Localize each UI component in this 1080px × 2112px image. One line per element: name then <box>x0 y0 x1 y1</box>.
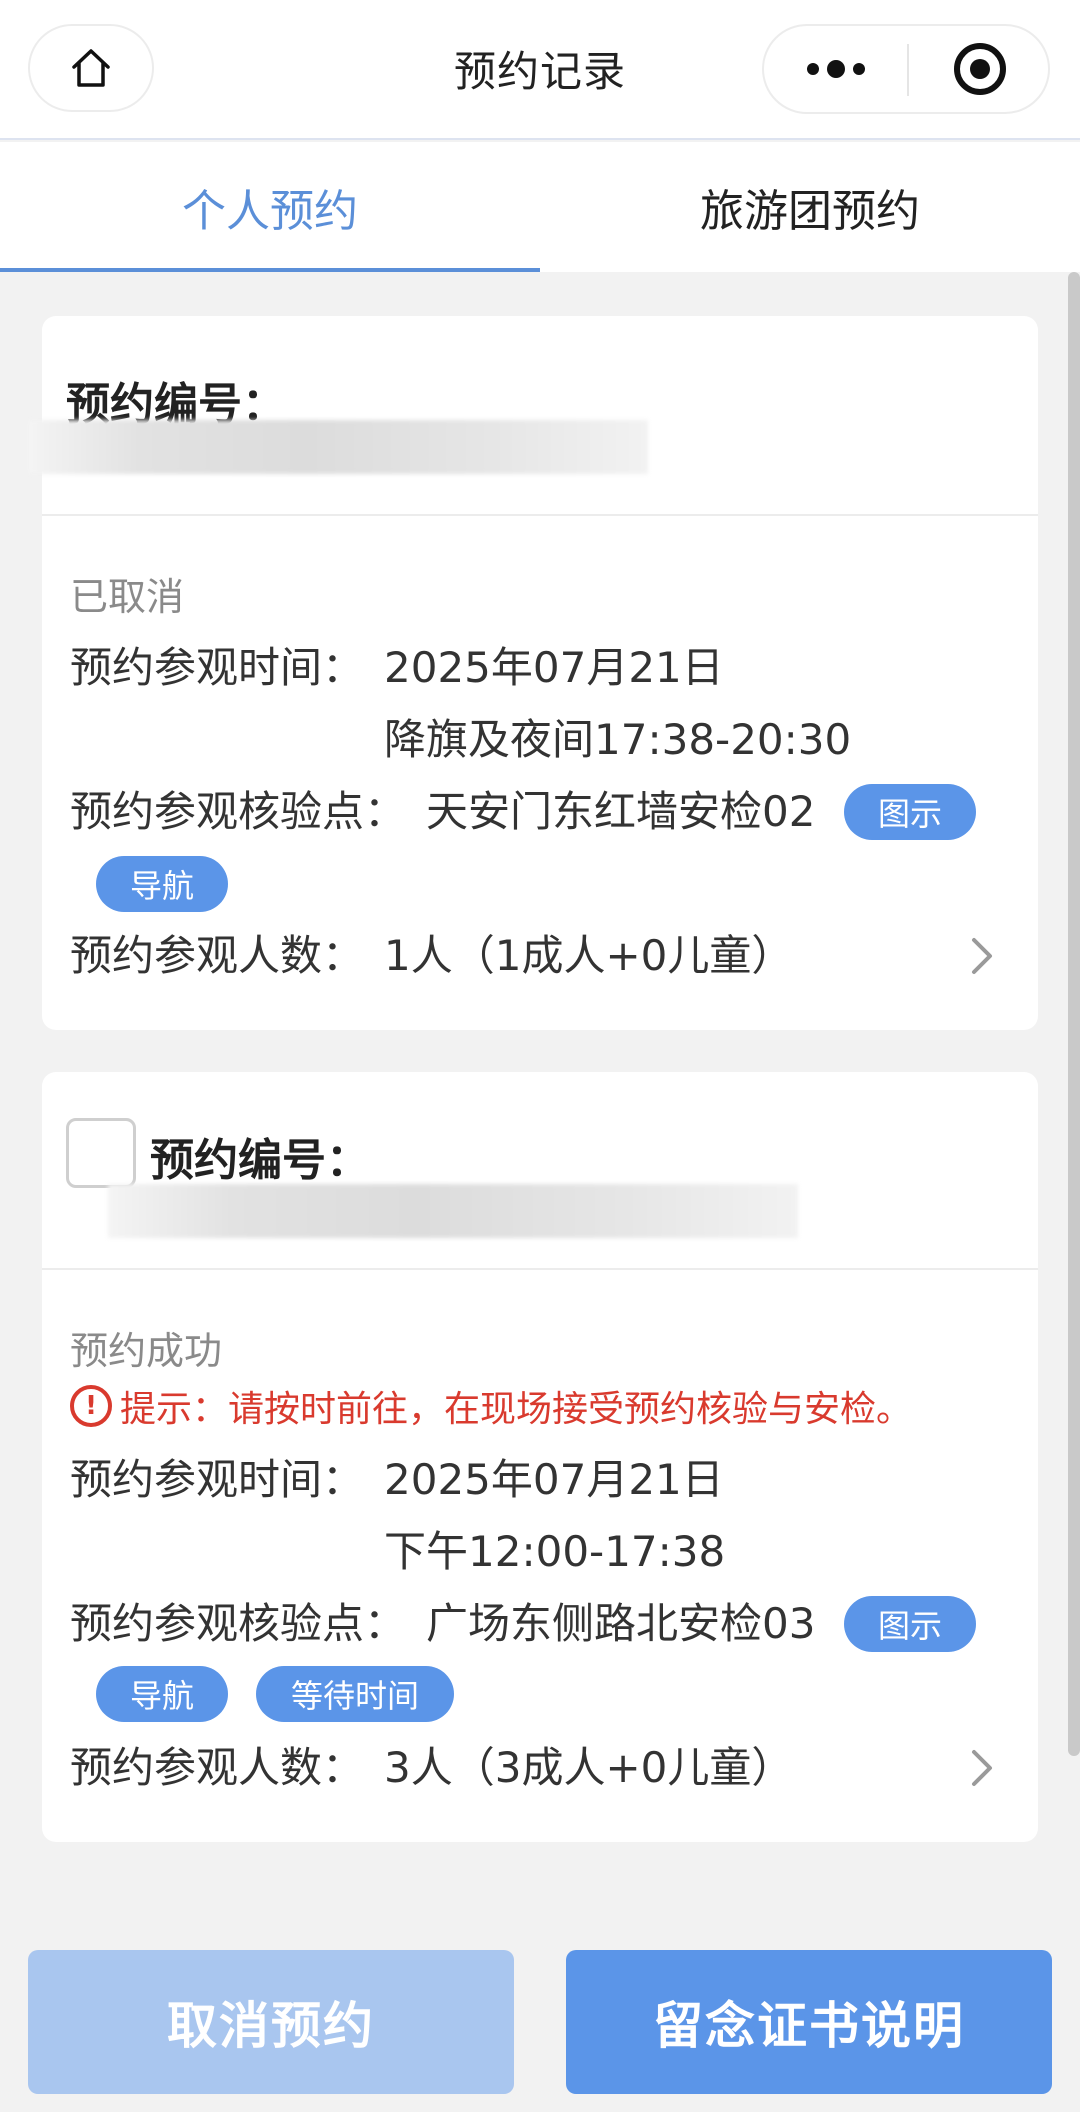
more-button[interactable] <box>764 26 908 112</box>
notice-text: 提示：请按时前往，在现场接受预约核验与安检。 <box>120 1389 913 1430</box>
status-badge: 预约成功 <box>70 1329 223 1373</box>
certificate-info-button[interactable]: 留念证书说明 <box>566 1950 1052 2094</box>
alert-icon: ! <box>70 1385 112 1427</box>
map-button[interactable]: 图示 <box>844 784 976 840</box>
record-number-label: 预约编号： <box>150 1135 370 1186</box>
record-card-success[interactable]: 预约编号： 预约成功 ! 提示：请按时前往，在现场接受预约核验与安检。 预约参观… <box>42 1072 1038 1842</box>
map-button[interactable]: 图示 <box>844 1596 976 1652</box>
visitors-label: 预约参观人数： <box>70 1743 365 1792</box>
chevron-right-icon[interactable] <box>962 936 1002 976</box>
cancel-reservation-button[interactable]: 取消预约 <box>28 1950 514 2094</box>
wait-time-button[interactable]: 等待时间 <box>256 1666 454 1722</box>
navigation-button[interactable]: 导航 <box>96 856 228 912</box>
close-miniprogram-button[interactable] <box>908 26 1052 112</box>
more-dot-center <box>827 60 845 78</box>
visit-date: 2025年07月21日 <box>384 643 724 692</box>
target-circle-icon <box>954 43 1006 95</box>
chevron-right-icon[interactable] <box>962 1748 1002 1788</box>
visitors-count: 1人（1成人+0儿童） <box>384 931 794 980</box>
checkpoint-name: 天安门东红墙安检02 <box>426 787 816 836</box>
notice-tip: ! 提示：请按时前往，在现场接受预约核验与安检。 <box>70 1380 912 1432</box>
checkpoint-label: 预约参观核验点： <box>70 1599 407 1648</box>
record-number-redacted <box>108 1184 798 1238</box>
visit-date: 2025年07月21日 <box>384 1455 724 1504</box>
more-dots-icon <box>807 63 819 75</box>
status-badge: 已取消 <box>70 575 185 619</box>
select-checkbox[interactable] <box>66 1118 136 1188</box>
visit-time-label: 预约参观时间： <box>70 1455 365 1504</box>
record-number-redacted <box>28 420 648 474</box>
mini-program-capsule <box>762 24 1050 114</box>
visit-session: 降旗及夜间17:38-20:30 <box>384 715 852 764</box>
checkpoint-name: 广场东侧路北安检03 <box>426 1599 816 1648</box>
visitors-count: 3人（3成人+0儿童） <box>384 1743 794 1792</box>
tab-personal[interactable]: 个人预约 <box>0 142 540 272</box>
card-header: 预约编号： <box>42 1072 1038 1270</box>
visitors-label: 预约参观人数： <box>70 931 365 980</box>
visit-time-label: 预约参观时间： <box>70 643 365 692</box>
more-dot-right <box>853 63 865 75</box>
record-card-cancelled[interactable]: 预约编号： 已取消 预约参观时间： 2025年07月21日 降旗及夜间17:38… <box>28 316 1038 1030</box>
nav-bar: 预约记录 <box>0 0 1080 140</box>
navigation-button[interactable]: 导航 <box>96 1666 228 1722</box>
card-header: 预约编号： <box>28 316 1038 516</box>
checkpoint-label: 预约参观核验点： <box>70 787 407 836</box>
visit-session: 下午12:00-17:38 <box>384 1527 726 1576</box>
tab-bar: 个人预约 旅游团预约 <box>0 142 1080 272</box>
target-dot <box>970 59 990 79</box>
tab-tour-group[interactable]: 旅游团预约 <box>540 142 1080 272</box>
scrollbar[interactable] <box>1068 272 1080 1756</box>
